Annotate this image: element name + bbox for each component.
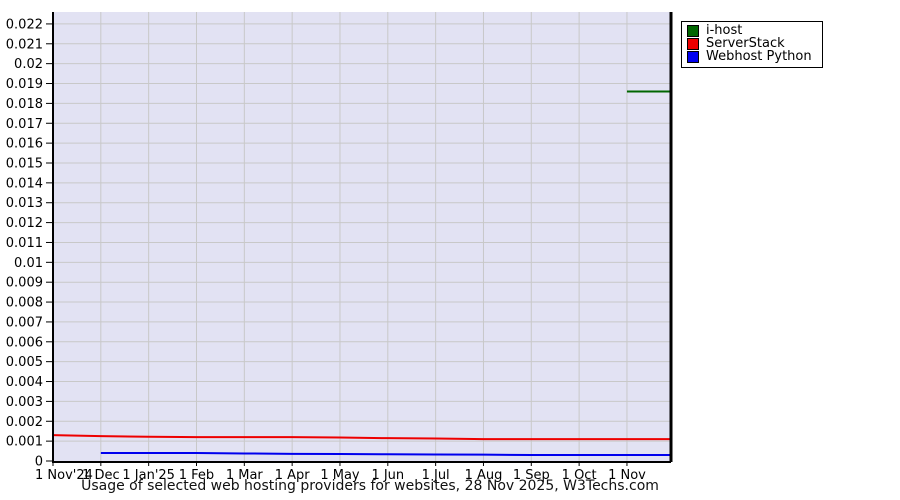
y-tick-label: 0.015 (6, 156, 43, 171)
legend-swatch-icon (687, 51, 699, 63)
y-tick-label: 0.011 (6, 236, 43, 251)
y-tick-label: 0.019 (6, 77, 43, 92)
y-tick-label: 0.008 (6, 296, 43, 311)
y-tick-label: 0.004 (6, 375, 43, 390)
w3techs-usage-chart: 0 0.001 0.002 0.003 0.004 0.005 0.006 0.007 0.00… (0, 0, 900, 500)
chart-title: Usage of selected web hosting providers … (81, 478, 659, 494)
y-tick-label: 0.02 (14, 57, 43, 72)
y-tick-label: 0.009 (6, 276, 43, 291)
legend-swatch-icon (687, 25, 699, 37)
plot-background (53, 12, 670, 461)
y-tick-label: 0.017 (6, 117, 43, 132)
y-tick-label: 0.005 (6, 355, 43, 370)
y-tick-label: 0.016 (6, 137, 43, 152)
y-tick-label: 0.001 (6, 435, 43, 450)
y-tick-label: 0.003 (6, 395, 43, 410)
y-tick-label: 0.006 (6, 335, 43, 350)
y-tick-label: 0.021 (6, 37, 43, 52)
y-tick-label: 0.013 (6, 196, 43, 211)
chart-canvas: 00.0010.0020.0030.0040.0050.0060.0070.00… (6, 12, 673, 483)
legend-swatch-icon (687, 38, 699, 50)
legend: i-host ServerStack Webhost Python (681, 21, 823, 68)
y-tick-label: 0.002 (6, 415, 43, 430)
legend-item: Webhost Python (687, 49, 812, 64)
y-tick-label: 0.01 (14, 256, 43, 271)
legend-label: Webhost Python (706, 49, 812, 64)
y-tick-label: 0.018 (6, 97, 43, 112)
y-tick-label: 0.022 (6, 17, 43, 32)
y-tick-label: 0.014 (6, 176, 43, 191)
y-tick-label: 0.007 (6, 315, 43, 330)
y-tick-label: 0.012 (6, 216, 43, 231)
